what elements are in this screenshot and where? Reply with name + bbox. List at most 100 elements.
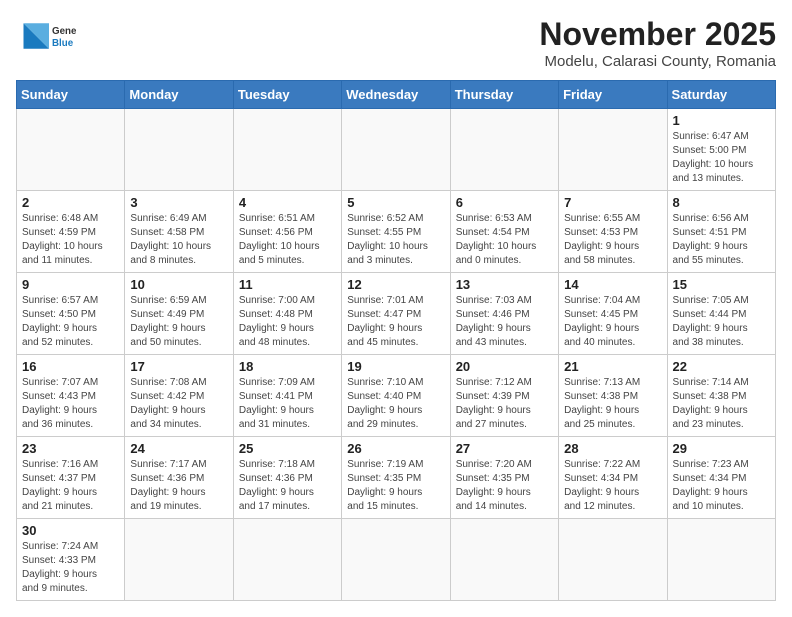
calendar-day-cell: 3 Sunrise: 6:49 AM Sunset: 4:58 PM Daylig… — [125, 191, 233, 273]
calendar-day-cell: 25Sunrise: 7:18 AM Sunset: 4:36 PM Dayli… — [233, 437, 341, 519]
day-number: 8 — [673, 195, 770, 210]
day-info: Sunrise: 6:55 AM Sunset: 4:53 PM Dayligh… — [564, 212, 661, 268]
day-number: 15 — [673, 277, 770, 292]
day-number: 25 — [239, 441, 336, 456]
day-info: Sunrise: 7:09 AM Sunset: 4:41 PM Dayligh… — [239, 376, 336, 432]
calendar-day-cell: 16Sunrise: 7:07 AM Sunset: 4:43 PM Dayli… — [17, 355, 125, 437]
calendar-day-cell: 27Sunrise: 7:20 AM Sunset: 4:35 PM Dayli… — [450, 437, 558, 519]
day-info: Sunrise: 6:49 AM Sunset: 4:58 PM Dayligh… — [130, 212, 227, 268]
day-info: Sunrise: 7:07 AM Sunset: 4:43 PM Dayligh… — [22, 376, 119, 432]
calendar-day-cell: 24 Sunrise: 7:17 AM Sunset: 4:36 PM Dayli… — [125, 437, 233, 519]
calendar-day-cell: 7 Sunrise: 6:55 AM Sunset: 4:53 PM Daylig… — [559, 191, 667, 273]
day-number: 19 — [347, 359, 444, 374]
day-number: 28 — [564, 441, 661, 456]
calendar-day-cell: 11Sunrise: 7:00 AM Sunset: 4:48 PM Dayli… — [233, 273, 341, 355]
calendar-day-cell: 20 Sunrise: 7:12 AM Sunset: 4:39 PM Dayli… — [450, 355, 558, 437]
calendar-day-cell: 22 Sunrise: 7:14 AM Sunset: 4:38 PM Dayli… — [667, 355, 775, 437]
day-number: 21 — [564, 359, 661, 374]
calendar-day-cell: 23Sunrise: 7:16 AM Sunset: 4:37 PM Dayli… — [17, 437, 125, 519]
calendar-week-row: 30Sunrise: 7:24 AM Sunset: 4:33 PM Dayli… — [17, 519, 776, 601]
day-number: 26 — [347, 441, 444, 456]
logo-area: General Blue — [16, 16, 76, 56]
day-info: Sunrise: 7:23 AM Sunset: 4:34 PM Dayligh… — [673, 458, 770, 514]
day-info: Sunrise: 7:08 AM Sunset: 4:42 PM Dayligh… — [130, 376, 227, 432]
day-number: 18 — [239, 359, 336, 374]
day-number: 14 — [564, 277, 661, 292]
calendar-day-cell: 18 Sunrise: 7:09 AM Sunset: 4:41 PM Dayli… — [233, 355, 341, 437]
svg-text:General: General — [52, 26, 76, 37]
calendar-table: SundayMondayTuesdayWednesdayThursdayFrid… — [16, 80, 776, 601]
calendar-day-cell: 5Sunrise: 6:52 AM Sunset: 4:55 PM Daylig… — [342, 191, 450, 273]
calendar-day-cell: 30Sunrise: 7:24 AM Sunset: 4:33 PM Dayli… — [17, 519, 125, 601]
calendar-day-cell: 26Sunrise: 7:19 AM Sunset: 4:35 PM Dayli… — [342, 437, 450, 519]
calendar-day-cell: 4Sunrise: 6:51 AM Sunset: 4:56 PM Daylig… — [233, 191, 341, 273]
calendar-day-cell: 1Sunrise: 6:47 AM Sunset: 5:00 PM Daylig… — [667, 109, 775, 191]
day-info: Sunrise: 6:59 AM Sunset: 4:49 PM Dayligh… — [130, 294, 227, 350]
calendar-day-cell: 15Sunrise: 7:05 AM Sunset: 4:44 PM Dayli… — [667, 273, 775, 355]
day-info: Sunrise: 7:20 AM Sunset: 4:35 PM Dayligh… — [456, 458, 553, 514]
calendar-day-cell: 14 Sunrise: 7:04 AM Sunset: 4:45 PM Dayli… — [559, 273, 667, 355]
calendar-day-cell — [233, 109, 341, 191]
calendar-week-row: 1Sunrise: 6:47 AM Sunset: 5:00 PM Daylig… — [17, 109, 776, 191]
day-info: Sunrise: 7:01 AM Sunset: 4:47 PM Dayligh… — [347, 294, 444, 350]
day-number: 17 — [130, 359, 227, 374]
day-number: 30 — [22, 523, 119, 538]
calendar-day-cell: 19 Sunrise: 7:10 AM Sunset: 4:40 PM Dayli… — [342, 355, 450, 437]
weekday-header-cell: Tuesday — [233, 81, 341, 109]
weekday-header-cell: Wednesday — [342, 81, 450, 109]
calendar-day-cell: 29Sunrise: 7:23 AM Sunset: 4:34 PM Dayli… — [667, 437, 775, 519]
day-number: 7 — [564, 195, 661, 210]
day-info: Sunrise: 7:13 AM Sunset: 4:38 PM Dayligh… — [564, 376, 661, 432]
day-info: Sunrise: 6:51 AM Sunset: 4:56 PM Dayligh… — [239, 212, 336, 268]
weekday-header-cell: Monday — [125, 81, 233, 109]
day-info: Sunrise: 7:10 AM Sunset: 4:40 PM Dayligh… — [347, 376, 444, 432]
weekday-header-cell: Friday — [559, 81, 667, 109]
calendar-day-cell: 8 Sunrise: 6:56 AM Sunset: 4:51 PM Daylig… — [667, 191, 775, 273]
calendar-day-cell — [342, 519, 450, 601]
weekday-header-cell: Thursday — [450, 81, 558, 109]
day-number: 3 — [130, 195, 227, 210]
calendar-day-cell: 6 Sunrise: 6:53 AM Sunset: 4:54 PM Daylig… — [450, 191, 558, 273]
day-number: 6 — [456, 195, 553, 210]
month-title: November 2025 — [539, 16, 776, 53]
day-info: Sunrise: 7:14 AM Sunset: 4:38 PM Dayligh… — [673, 376, 770, 432]
day-number: 1 — [673, 113, 770, 128]
day-number: 13 — [456, 277, 553, 292]
day-number: 24 — [130, 441, 227, 456]
day-info: Sunrise: 7:04 AM Sunset: 4:45 PM Dayligh… — [564, 294, 661, 350]
svg-text:Blue: Blue — [52, 38, 74, 49]
calendar-day-cell — [342, 109, 450, 191]
calendar-day-cell — [125, 109, 233, 191]
day-info: Sunrise: 7:03 AM Sunset: 4:46 PM Dayligh… — [456, 294, 553, 350]
day-info: Sunrise: 6:57 AM Sunset: 4:50 PM Dayligh… — [22, 294, 119, 350]
day-info: Sunrise: 7:12 AM Sunset: 4:39 PM Dayligh… — [456, 376, 553, 432]
calendar-week-row: 16Sunrise: 7:07 AM Sunset: 4:43 PM Dayli… — [17, 355, 776, 437]
calendar-day-cell: 17 Sunrise: 7:08 AM Sunset: 4:42 PM Dayli… — [125, 355, 233, 437]
title-area: November 2025 Modelu, Calarasi County, R… — [539, 16, 776, 70]
weekday-header-row: SundayMondayTuesdayWednesdayThursdayFrid… — [17, 81, 776, 109]
day-info: Sunrise: 7:22 AM Sunset: 4:34 PM Dayligh… — [564, 458, 661, 514]
day-info: Sunrise: 6:56 AM Sunset: 4:51 PM Dayligh… — [673, 212, 770, 268]
day-info: Sunrise: 7:17 AM Sunset: 4:36 PM Dayligh… — [130, 458, 227, 514]
day-number: 22 — [673, 359, 770, 374]
calendar-day-cell: 10Sunrise: 6:59 AM Sunset: 4:49 PM Dayli… — [125, 273, 233, 355]
weekday-header-cell: Sunday — [17, 81, 125, 109]
day-number: 11 — [239, 277, 336, 292]
day-number: 23 — [22, 441, 119, 456]
day-info: Sunrise: 6:53 AM Sunset: 4:54 PM Dayligh… — [456, 212, 553, 268]
day-number: 20 — [456, 359, 553, 374]
calendar-week-row: 23Sunrise: 7:16 AM Sunset: 4:37 PM Dayli… — [17, 437, 776, 519]
day-number: 9 — [22, 277, 119, 292]
day-number: 5 — [347, 195, 444, 210]
calendar-day-cell — [125, 519, 233, 601]
page-header: General Blue November 2025 Modelu, Calar… — [16, 16, 776, 70]
calendar-day-cell: 9 Sunrise: 6:57 AM Sunset: 4:50 PM Daylig… — [17, 273, 125, 355]
calendar-day-cell: 12 Sunrise: 7:01 AM Sunset: 4:47 PM Dayli… — [342, 273, 450, 355]
general-blue-logo: General Blue — [16, 16, 76, 56]
day-info: Sunrise: 6:48 AM Sunset: 4:59 PM Dayligh… — [22, 212, 119, 268]
calendar-day-cell — [667, 519, 775, 601]
calendar-week-row: 9 Sunrise: 6:57 AM Sunset: 4:50 PM Daylig… — [17, 273, 776, 355]
day-number: 12 — [347, 277, 444, 292]
calendar-day-cell — [233, 519, 341, 601]
calendar-day-cell: 13 Sunrise: 7:03 AM Sunset: 4:46 PM Dayli… — [450, 273, 558, 355]
